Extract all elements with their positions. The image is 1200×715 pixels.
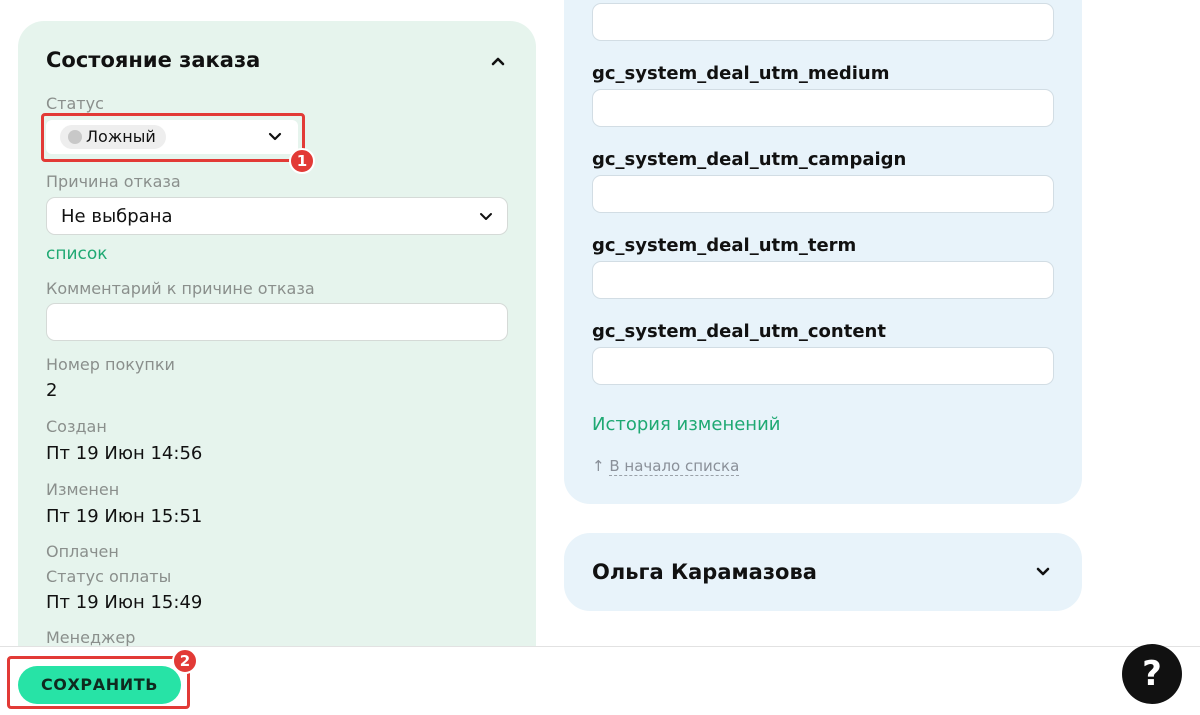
history-link[interactable]: История изменений	[592, 414, 780, 435]
payment-status-label: Статус оплаты	[46, 567, 172, 586]
reason-value: Не выбрана	[61, 206, 173, 227]
reason-select[interactable]: Не выбрана	[46, 197, 508, 235]
annotation-badge-1: 1	[289, 148, 315, 174]
person-card[interactable]: Ольга Карамазова	[564, 533, 1082, 611]
utm-field-previous-input[interactable]	[592, 3, 1054, 41]
utm-content-input[interactable]	[592, 347, 1054, 385]
utm-term-input[interactable]	[592, 261, 1054, 299]
chevron-up-icon[interactable]	[488, 51, 508, 71]
utm-medium-input[interactable]	[592, 89, 1054, 127]
modified-value: Пт 19 Июн 15:51	[46, 506, 203, 527]
modified-label: Изменен	[46, 480, 120, 499]
purchase-number-label: Номер покупки	[46, 355, 175, 374]
utm-card: gc_system_deal_utm_medium gc_system_deal…	[564, 0, 1082, 504]
paid-label: Оплачен	[46, 542, 119, 561]
reason-label: Причина отказа	[46, 172, 181, 191]
created-value: Пт 19 Июн 14:56	[46, 443, 203, 464]
question-mark-icon: ?	[1142, 654, 1162, 694]
arrow-up-icon: ↑	[592, 457, 605, 475]
person-name: Ольга Карамазова	[592, 560, 817, 584]
utm-medium-label: gc_system_deal_utm_medium	[592, 63, 890, 84]
reason-list-link[interactable]: список	[46, 244, 108, 264]
status-label: Статус	[46, 94, 104, 113]
utm-content-label: gc_system_deal_utm_content	[592, 321, 886, 342]
highlight-frame-status	[41, 113, 305, 162]
highlight-frame-save	[7, 656, 190, 709]
utm-term-label: gc_system_deal_utm_term	[592, 235, 857, 256]
purchase-number-value: 2	[46, 380, 58, 401]
order-state-title: Состояние заказа	[46, 48, 261, 72]
help-button[interactable]: ?	[1122, 644, 1182, 704]
chevron-down-icon	[480, 213, 492, 220]
created-label: Создан	[46, 417, 107, 436]
utm-campaign-label: gc_system_deal_utm_campaign	[592, 149, 907, 170]
comment-label: Комментарий к причине отказа	[46, 279, 315, 298]
payment-status-value: Пт 19 Июн 15:49	[46, 592, 203, 613]
utm-campaign-input[interactable]	[592, 175, 1054, 213]
chevron-down-icon[interactable]	[1034, 563, 1052, 581]
manager-label: Менеджер	[46, 628, 136, 647]
annotation-badge-2: 2	[172, 648, 198, 674]
back-to-top-label: В начало списка	[609, 457, 740, 476]
comment-input[interactable]	[46, 303, 508, 341]
back-to-top-link[interactable]: ↑ В начало списка	[592, 457, 740, 476]
